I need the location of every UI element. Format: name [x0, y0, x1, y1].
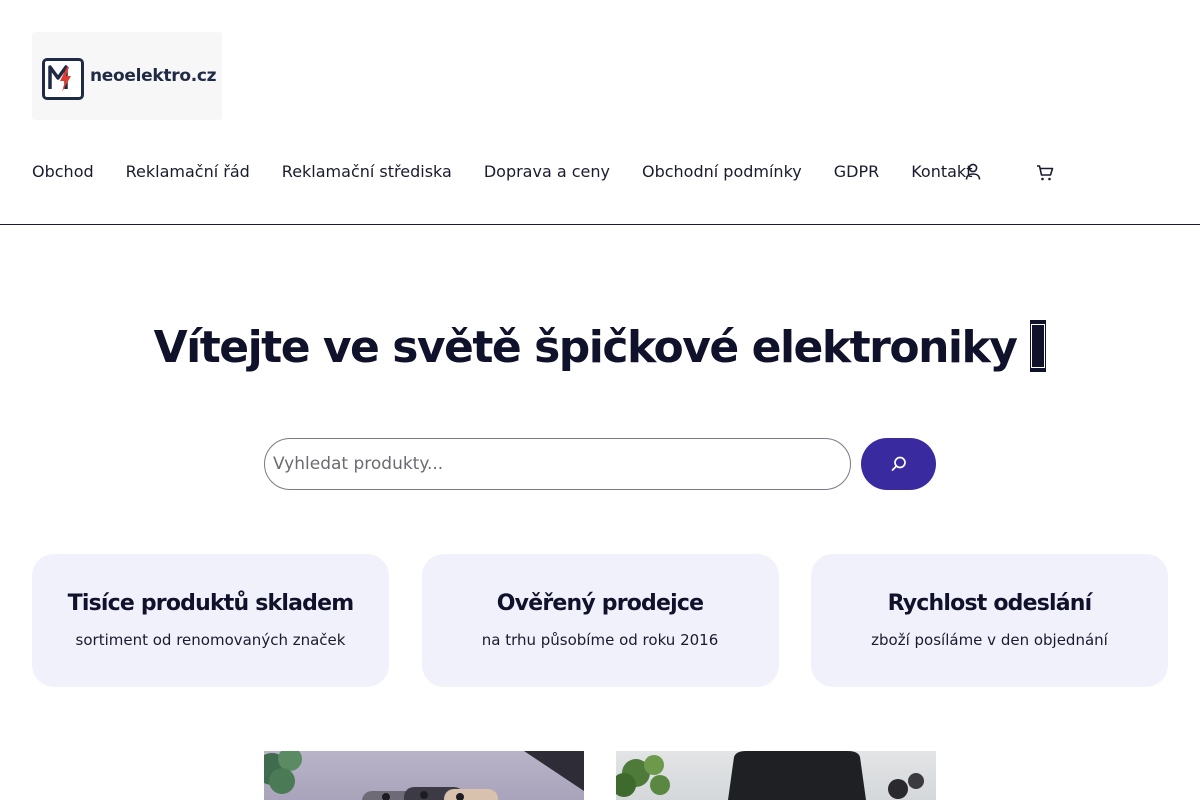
feature-cards: Tisíce produktů skladem sortiment od ren…	[32, 554, 1168, 687]
product-search-form	[264, 438, 936, 490]
logo-text: neoelektro.cz	[90, 66, 217, 86]
search-button[interactable]	[861, 438, 936, 490]
feature-card-title: Ověřený prodejce	[496, 591, 704, 616]
search-input[interactable]	[264, 438, 851, 490]
feature-card-stock: Tisíce produktů skladem sortiment od ren…	[32, 554, 389, 687]
nav-item-obchodni-podminky[interactable]: Obchodní podmínky	[642, 160, 802, 184]
search-icon	[891, 456, 906, 471]
nav-item-doprava-a-ceny[interactable]: Doprava a ceny	[484, 160, 610, 184]
feature-card-text: na trhu působíme od roku 2016	[481, 631, 719, 649]
feature-card-text: sortiment od renomovaných značek	[75, 631, 346, 649]
hero-title: Vítejte ve světě špičkové elektroniky	[0, 318, 1200, 378]
nav-item-obchod[interactable]: Obchod	[32, 160, 94, 184]
hero-title-text: Vítejte ve světě špičkové elektroniky	[153, 322, 1018, 373]
product-image-laptop[interactable]	[616, 751, 936, 800]
feature-card-verified-seller: Ověřený prodejce na trhu působíme od rok…	[421, 554, 779, 687]
user-icon[interactable]	[961, 160, 985, 184]
main-navigation: Obchod Reklamační řád Reklamační středis…	[32, 160, 1004, 184]
missing-glyph-icon	[1030, 320, 1047, 372]
site-logo[interactable]: neoelektro.cz	[32, 32, 222, 120]
nav-item-gdpr[interactable]: GDPR	[834, 160, 879, 184]
nav-item-reklamacni-rad[interactable]: Reklamační řád	[126, 160, 250, 184]
site-header: neoelektro.cz Obchod Reklamační řád Rekl…	[0, 0, 1200, 225]
product-image-phones[interactable]	[264, 751, 584, 800]
feature-card-shipping-speed: Rychlost odeslání zboží posíláme v den o…	[811, 554, 1168, 687]
feature-card-title: Tisíce produktů skladem	[67, 591, 355, 616]
feature-card-text: zboží posíláme v den objednání	[871, 631, 1108, 649]
cart-icon[interactable]	[1033, 160, 1057, 184]
feature-card-title: Rychlost odeslání	[887, 591, 1093, 616]
nav-item-reklamacni-strediska[interactable]: Reklamační střediska	[282, 160, 452, 184]
logo-mark-icon	[42, 58, 84, 100]
